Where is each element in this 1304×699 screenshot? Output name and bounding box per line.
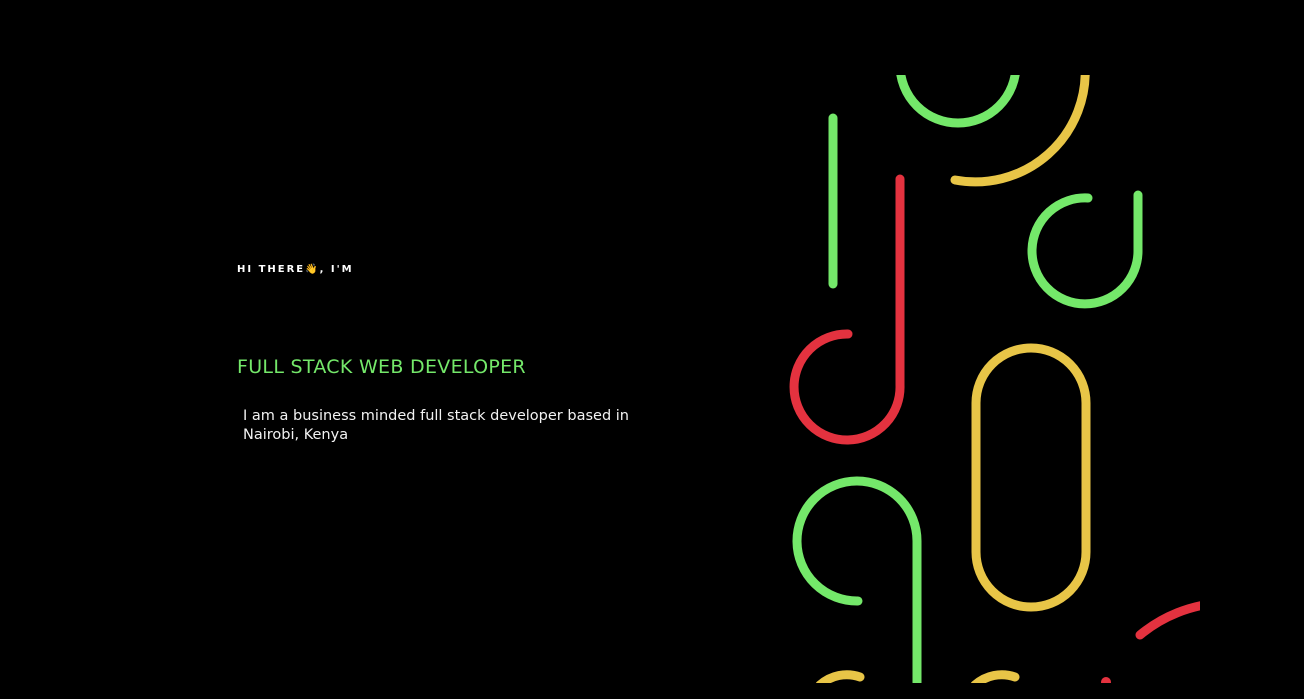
landing-page: HI THERE👋, I'M FULL STACK WEB DEVELOPER … bbox=[0, 0, 1304, 699]
yellow-arc-bottom-left bbox=[815, 670, 865, 683]
green-hook bbox=[1027, 190, 1143, 309]
bio-text: I am a business minded full stack develo… bbox=[243, 408, 629, 443]
red-dot-bottom bbox=[1101, 677, 1111, 683]
green-arc-top bbox=[896, 75, 1020, 128]
greeting-text: HI THERE👋, I'M bbox=[237, 264, 354, 275]
green-nine-shape bbox=[792, 476, 922, 683]
hero-intro: HI THERE👋, I'M FULL STACK WEB DEVELOPER … bbox=[237, 0, 697, 699]
red-d-shape bbox=[789, 174, 905, 445]
yellow-arc-bottom-mid bbox=[970, 670, 1020, 683]
yellow-capsule bbox=[971, 343, 1091, 612]
abstract-line-art-icon bbox=[780, 75, 1200, 683]
yellow-arc-top bbox=[950, 75, 1090, 187]
red-arc-bottom bbox=[1135, 601, 1200, 640]
role-title: FULL STACK WEB DEVELOPER bbox=[237, 356, 526, 378]
